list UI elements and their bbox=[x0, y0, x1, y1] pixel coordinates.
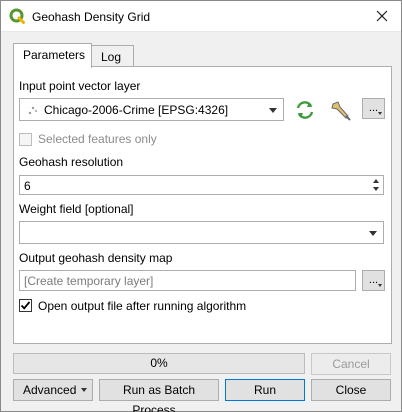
output-input[interactable] bbox=[20, 271, 355, 290]
spin-buttons[interactable] bbox=[369, 176, 383, 194]
caret-down-icon bbox=[378, 284, 382, 287]
run-button[interactable]: Run bbox=[225, 379, 305, 401]
window-title: Geohash Density Grid bbox=[32, 10, 151, 24]
caret-down-icon bbox=[378, 112, 382, 115]
dialog-window: Geohash Density Grid Parameters Log Inpu… bbox=[0, 0, 402, 412]
input-layer-browse-label: ... bbox=[368, 102, 379, 114]
point-layer-icon bbox=[28, 106, 38, 115]
tab-log[interactable]: Log bbox=[91, 45, 134, 67]
tab-parameters-label: Parameters bbox=[23, 48, 86, 62]
cancel-label: Cancel bbox=[332, 357, 370, 371]
chevron-down-icon bbox=[81, 388, 87, 392]
chevron-down-icon bbox=[269, 108, 277, 113]
iterate-icon[interactable] bbox=[293, 98, 317, 122]
cancel-button[interactable]: Cancel bbox=[311, 353, 391, 375]
selected-only-label: Selected features only bbox=[38, 132, 157, 146]
progress-text: 0% bbox=[150, 356, 168, 370]
batch-label: Run as Batch Process... bbox=[122, 383, 196, 412]
input-layer-value: Chicago-2006-Crime [EPSG:4326] bbox=[44, 103, 229, 117]
input-layer-label: Input point vector layer bbox=[19, 79, 141, 93]
checkmark-icon bbox=[20, 301, 31, 310]
output-field[interactable] bbox=[19, 270, 356, 291]
close-label: Close bbox=[335, 383, 367, 397]
tab-parameters[interactable]: Parameters bbox=[13, 43, 92, 68]
selected-only-checkbox[interactable] bbox=[19, 133, 32, 146]
output-browse-button[interactable]: ... bbox=[362, 270, 385, 291]
progress-bar: 0% bbox=[13, 353, 305, 374]
resolution-label: Geohash resolution bbox=[19, 155, 124, 169]
title-bar: Geohash Density Grid bbox=[1, 1, 401, 32]
run-label: Run bbox=[253, 383, 276, 397]
resolution-spinbox[interactable]: 6 bbox=[19, 175, 384, 195]
input-layer-combo[interactable]: Chicago-2006-Crime [EPSG:4326] bbox=[19, 98, 284, 121]
close-icon[interactable] bbox=[371, 5, 393, 27]
wrench-icon[interactable] bbox=[329, 98, 353, 122]
weight-label: Weight field [optional] bbox=[19, 202, 134, 216]
tab-log-label: Log bbox=[101, 50, 122, 64]
weight-combo[interactable] bbox=[19, 221, 384, 244]
spin-up-icon[interactable] bbox=[373, 179, 379, 183]
parameters-panel: Input point vector layer Chicago-2006-Cr… bbox=[13, 66, 392, 344]
batch-button[interactable]: Run as Batch Process... bbox=[99, 379, 219, 412]
chevron-down-icon bbox=[369, 231, 377, 236]
output-label: Output geohash density map bbox=[19, 251, 173, 265]
spin-down-icon[interactable] bbox=[373, 187, 379, 191]
qgis-icon bbox=[9, 8, 25, 24]
input-layer-browse-button[interactable]: ... bbox=[362, 98, 385, 119]
open-output-label: Open output file after running algorithm bbox=[38, 299, 247, 313]
advanced-button[interactable]: Advanced bbox=[13, 379, 93, 401]
open-output-checkbox[interactable] bbox=[19, 299, 32, 312]
output-browse-label: ... bbox=[368, 274, 379, 286]
close-button[interactable]: Close bbox=[311, 379, 391, 401]
resolution-value: 6 bbox=[24, 179, 31, 193]
advanced-label: Advanced bbox=[23, 383, 77, 397]
